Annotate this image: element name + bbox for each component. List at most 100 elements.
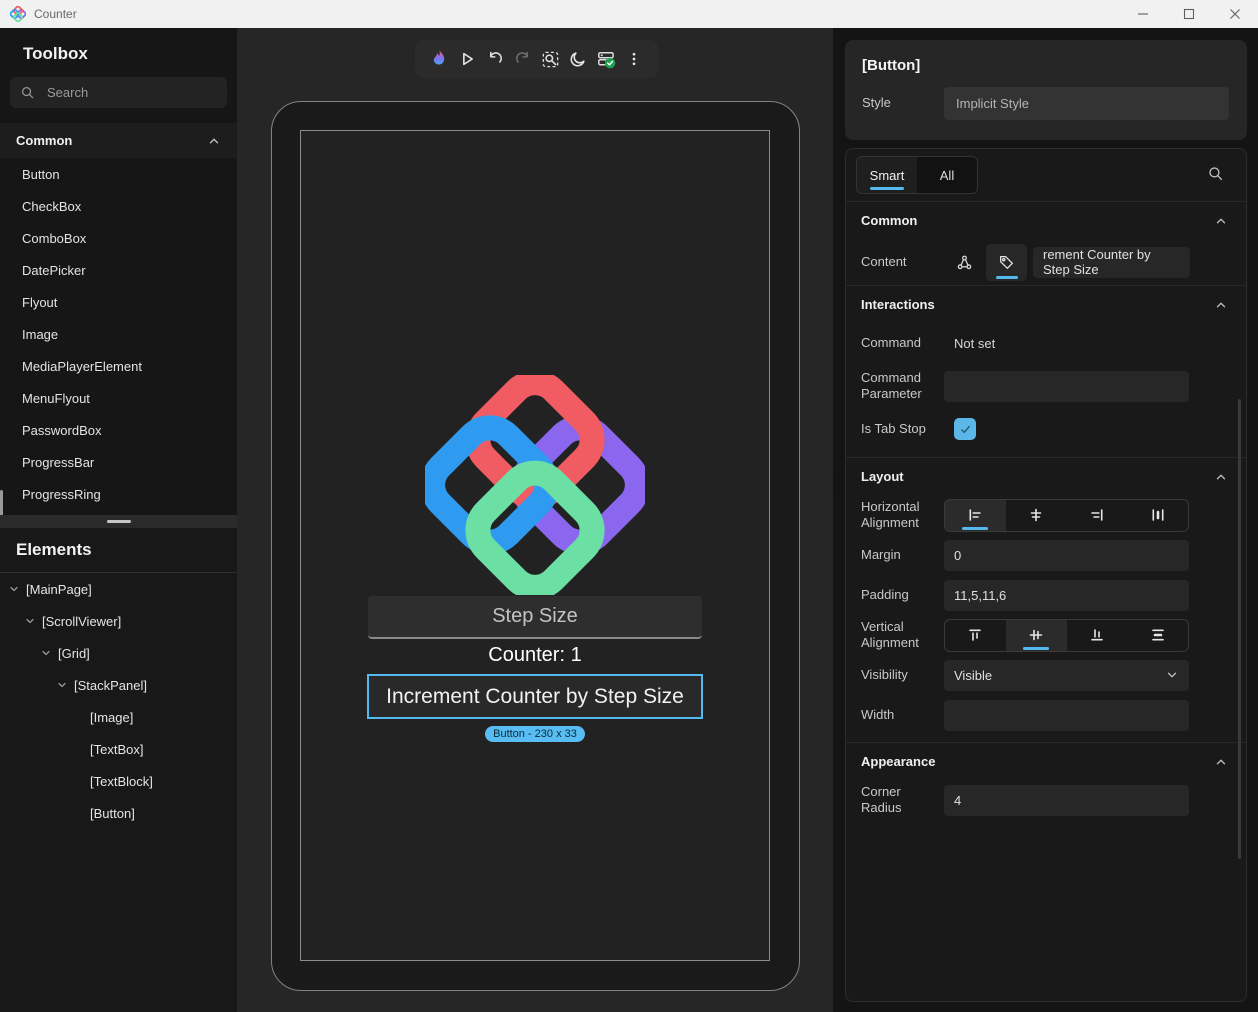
tree-node-label: [MainPage]: [26, 581, 92, 597]
toolbox-item-combobox[interactable]: ComboBox: [0, 222, 237, 254]
device-screen[interactable]: Step Size Counter: 1 Increment Counter b…: [300, 130, 770, 961]
close-button[interactable]: [1212, 0, 1258, 28]
counter-textblock[interactable]: Counter: 1: [301, 644, 769, 667]
tree-node-scrollviewer[interactable]: [ScrollViewer]: [0, 605, 237, 637]
command-parameter-row: Command Parameter: [846, 363, 1246, 409]
inspect-icon[interactable]: [539, 48, 561, 70]
section-common[interactable]: Common: [846, 202, 1246, 239]
align-left-button[interactable]: [945, 499, 1006, 531]
toolbox-item-flyout[interactable]: Flyout: [0, 286, 237, 318]
content-binding-toggle[interactable]: [944, 243, 985, 281]
style-input[interactable]: Implicit Style: [944, 87, 1229, 120]
tree-node-label: [TextBlock]: [90, 773, 153, 789]
tree-node-label: [ScrollViewer]: [42, 613, 122, 629]
search-input[interactable]: [47, 85, 207, 100]
tree-node-textblock[interactable]: [TextBlock]: [0, 765, 237, 797]
section-layout[interactable]: Layout: [846, 458, 1246, 495]
tab-all[interactable]: All: [917, 157, 977, 193]
corner-radius-input[interactable]: 4: [944, 784, 1189, 816]
toolbox-item-button[interactable]: Button: [0, 158, 237, 190]
undo-icon[interactable]: [484, 48, 506, 70]
maximize-button[interactable]: [1166, 0, 1212, 28]
visibility-select[interactable]: Visible: [944, 659, 1189, 691]
section-appearance[interactable]: Appearance: [846, 743, 1246, 780]
increment-button-label: Increment Counter by Step Size: [386, 684, 684, 708]
align-top-icon: [969, 629, 982, 641]
tree-node-grid[interactable]: [Grid]: [0, 637, 237, 669]
toolbox-search[interactable]: [10, 77, 227, 108]
margin-label: Margin: [861, 546, 901, 562]
tab-smart[interactable]: Smart: [857, 157, 917, 193]
section-layout-label: Layout: [861, 469, 904, 484]
align-stretch-v-button[interactable]: [1127, 620, 1188, 651]
style-label: Style: [862, 95, 891, 111]
align-top-button[interactable]: [945, 620, 1006, 651]
left-panel: Toolbox Common ButtonCheckBoxComboBoxDat…: [0, 28, 237, 1012]
chevron-down-icon[interactable]: [24, 615, 42, 627]
toolbox-item-passwordbox[interactable]: PasswordBox: [0, 414, 237, 446]
properties-search-icon[interactable]: [1207, 165, 1224, 182]
command-parameter-input[interactable]: [944, 370, 1189, 402]
theme-moon-icon[interactable]: [567, 48, 589, 70]
step-size-textbox[interactable]: Step Size: [368, 596, 702, 639]
width-input[interactable]: [944, 699, 1189, 731]
align-stretch-h-button[interactable]: [1127, 500, 1188, 531]
align-left-icon: [969, 509, 982, 521]
more-options-icon[interactable]: [623, 48, 645, 70]
toolbox-item-mediaplayerelement[interactable]: MediaPlayerElement: [0, 350, 237, 382]
section-appearance-label: Appearance: [861, 754, 936, 769]
align-right-button[interactable]: [1067, 500, 1128, 531]
chevron-up-icon: [209, 138, 219, 143]
active-toggle-indicator: [995, 275, 1018, 279]
tree-node-label: [Grid]: [58, 645, 90, 661]
properties-scrollbar[interactable]: [1238, 399, 1241, 859]
align-bottom-button[interactable]: [1067, 620, 1128, 651]
selected-element-title: [Button]: [862, 57, 921, 74]
command-value[interactable]: Not set: [944, 336, 995, 351]
margin-row: Margin 0: [846, 535, 1246, 575]
margin-input[interactable]: 0: [944, 539, 1189, 571]
increment-button-selected[interactable]: Increment Counter by Step Size: [367, 674, 703, 719]
toolbox-item-image[interactable]: Image: [0, 318, 237, 350]
redo-icon[interactable]: [512, 48, 534, 70]
chevron-down-icon[interactable]: [40, 647, 58, 659]
command-row: Command Not set: [846, 323, 1246, 363]
align-center-v-icon: [1029, 629, 1043, 641]
tree-node-textbox[interactable]: [TextBox]: [0, 733, 237, 765]
align-center-v-button[interactable]: [1005, 619, 1067, 651]
toolbox-scrollbar[interactable]: [0, 490, 3, 518]
tree-node-image[interactable]: [Image]: [0, 701, 237, 733]
toolbox-item-datepicker[interactable]: DatePicker: [0, 254, 237, 286]
content-input[interactable]: rement Counter by Step Size: [1033, 246, 1190, 278]
tree-node-mainpage[interactable]: [MainPage]: [0, 573, 237, 605]
is-tab-stop-checkbox[interactable]: [954, 418, 976, 440]
design-canvas[interactable]: Step Size Counter: 1 Increment Counter b…: [237, 28, 833, 1012]
chevron-down-icon[interactable]: [8, 583, 26, 595]
panel-splitter[interactable]: [0, 515, 237, 528]
section-interactions[interactable]: Interactions: [846, 286, 1246, 323]
toolbox-group-label: Common: [16, 133, 73, 148]
content-literal-toggle[interactable]: [986, 243, 1027, 281]
tab-all-label: All: [939, 167, 955, 183]
toolbox-item-progressbar[interactable]: ProgressBar: [0, 446, 237, 478]
tree-node-stackpanel[interactable]: [StackPanel]: [0, 669, 237, 701]
elements-title: Elements: [16, 540, 92, 559]
selected-segment-indicator: [962, 526, 989, 530]
padding-input[interactable]: 11,5,11,6: [944, 579, 1189, 611]
toolbox-item-menuflyout[interactable]: MenuFlyout: [0, 382, 237, 414]
tree-node-button[interactable]: [Button]: [0, 797, 237, 829]
chevron-down-icon[interactable]: [56, 679, 74, 691]
align-center-h-button[interactable]: [1006, 500, 1067, 531]
check-icon: [960, 425, 970, 433]
toolbox-group-common[interactable]: Common: [0, 123, 237, 158]
status-connected-icon[interactable]: [595, 48, 617, 70]
minimize-button[interactable]: [1120, 0, 1166, 28]
app-logo[interactable]: [425, 375, 645, 595]
chevron-up-icon: [1216, 302, 1226, 307]
titlebar: Counter: [0, 0, 1258, 28]
toolbox-item-checkbox[interactable]: CheckBox: [0, 190, 237, 222]
toolbox-item-progressring[interactable]: ProgressRing: [0, 478, 237, 510]
play-icon[interactable]: [456, 48, 478, 70]
chevron-up-icon: [1216, 474, 1226, 479]
hot-reload-flame-icon[interactable]: [428, 48, 450, 70]
